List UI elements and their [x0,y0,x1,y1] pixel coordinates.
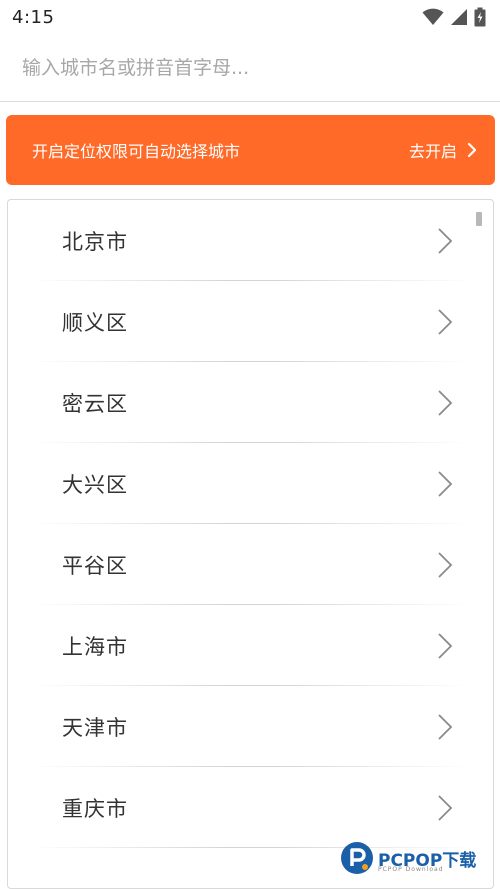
chevron-right-icon [438,470,453,497]
city-name: 重庆市 [62,796,128,821]
city-name: 大兴区 [62,472,128,497]
enable-location-button[interactable]: 去开启 [409,138,477,162]
chevron-right-icon [438,632,453,659]
city-name: 上海市 [62,634,128,659]
city-name: 密云区 [62,391,128,416]
status-bar: 4:15 [0,0,500,34]
city-name: 北京市 [62,229,128,254]
pcpop-logo-icon [341,842,373,874]
chevron-right-icon [438,794,453,821]
city-list-item[interactable]: 顺义区 [8,281,493,362]
watermark-sub: PCPOP Download [378,866,444,873]
city-list-item[interactable]: 上海市 [8,605,493,686]
chevron-right-icon [438,308,453,335]
city-name: 平谷区 [62,553,128,578]
city-name: 天津市 [62,715,128,740]
city-list-item[interactable]: 天津市 [8,686,493,767]
search-bar [0,34,500,102]
wifi-icon [422,8,444,25]
city-name: 顺义区 [62,310,128,335]
location-permission-banner[interactable]: 开启定位权限可自动选择城市 去开启 [6,115,495,185]
city-list[interactable]: 北京市 顺义区 密云区 大兴区 平谷区 上海市 天津市 重庆市 [7,199,494,889]
chevron-right-icon [438,551,453,578]
chevron-right-icon [438,713,453,740]
battery-icon [474,7,486,27]
chevron-right-icon [438,227,453,254]
banner-message: 开启定位权限可自动选择城市 [32,142,241,161]
city-list-item[interactable]: 北京市 [8,200,493,281]
enable-location-label: 去开启 [408,142,457,161]
chevron-right-icon [467,142,477,158]
status-time: 4:15 [12,6,55,28]
status-icons [422,7,486,27]
city-list-item[interactable]: 大兴区 [8,443,493,524]
signal-icon [451,9,467,25]
watermark-logo: PCPOP下载 PCPOP Download [340,836,495,880]
chevron-right-icon [438,389,453,416]
search-input[interactable] [22,47,482,88]
city-list-item[interactable]: 密云区 [8,362,493,443]
city-list-item[interactable]: 平谷区 [8,524,493,605]
